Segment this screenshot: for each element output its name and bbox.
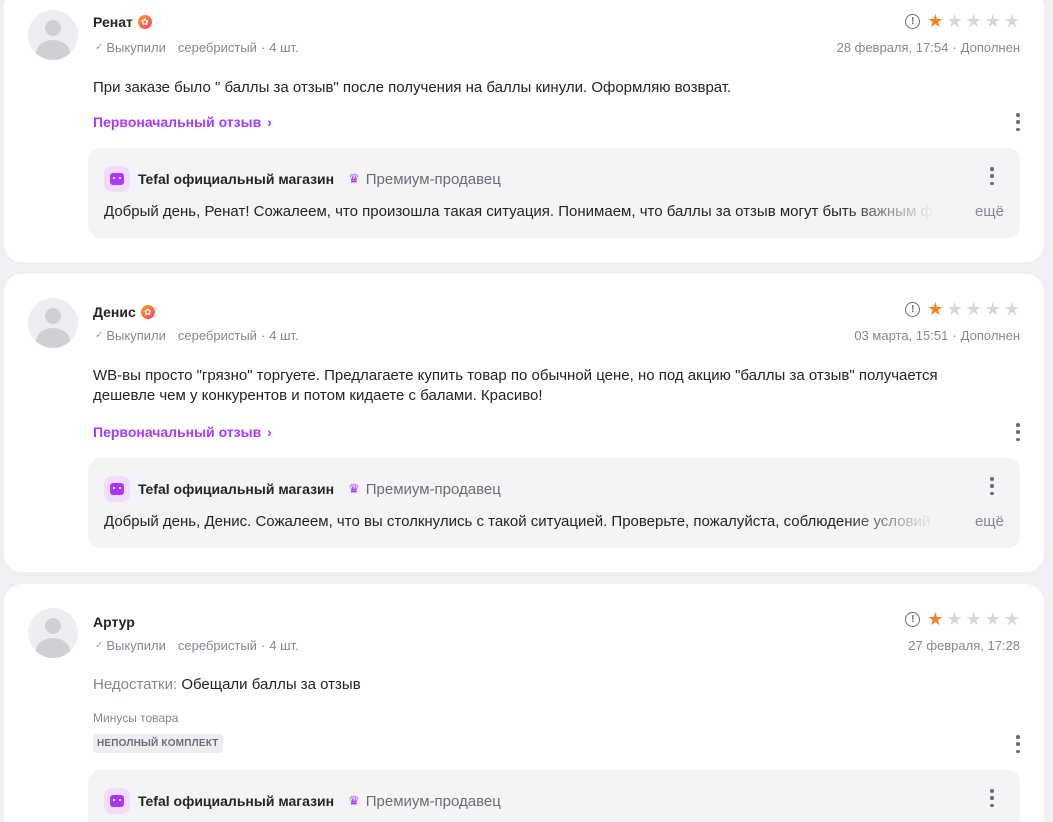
review-card: Денис ✿ ✓ Выкупили серебристый 4 шт. ! ★… — [4, 274, 1044, 572]
kebab-menu-icon[interactable] — [1010, 734, 1026, 754]
quantity: 4 шт. — [257, 40, 298, 55]
review-text: При заказе было " баллы за отзыв" после … — [93, 79, 732, 96]
review-date: 27 февраля, 17:28 — [908, 638, 1020, 653]
flower-badge-icon: ✿ — [137, 15, 152, 29]
star-icon: ★ — [1003, 11, 1020, 31]
review-card: Артур ✓ Выкупили серебристый 4 шт. ! ★★★… — [4, 584, 1044, 822]
star-icon: ★ — [984, 11, 1001, 31]
original-review-link[interactable]: Первоначальный отзыв › — [93, 114, 272, 130]
shop-name[interactable]: Tefal официальный магазин — [138, 481, 334, 497]
minus-tag: НЕПОЛНЫЙ КОМПЛЕКТ — [93, 734, 223, 753]
crown-icon: ♛ — [348, 481, 360, 496]
quantity: 4 шт. — [257, 328, 298, 343]
star-icon: ★ — [946, 11, 963, 31]
star-icon: ★ — [946, 299, 963, 319]
crown-icon: ♛ — [348, 171, 360, 186]
purchase-meta: ✓ Выкупили серебристый 4 шт. — [95, 638, 299, 653]
rating: ! ★ ★ ★ ★ ★ — [905, 609, 1020, 629]
kebab-menu-icon[interactable] — [1010, 112, 1026, 132]
reply-text: Добрый день, Денис. Сожалеем, что вы сто… — [104, 513, 944, 530]
reply-header: Tefal официальный магазин ♛ Премиум-прод… — [104, 476, 501, 502]
premium-label: Премиум-продавец — [365, 480, 501, 498]
info-icon[interactable]: ! — [905, 301, 921, 317]
purchase-meta: ✓ Выкупили серебристый 4 шт. — [95, 328, 299, 343]
more-link[interactable]: ещё — [975, 203, 1004, 220]
flower-badge-icon: ✿ — [140, 305, 155, 319]
kebab-menu-icon[interactable] — [984, 476, 1000, 496]
info-icon[interactable]: ! — [905, 611, 921, 627]
quantity: 4 шт. — [257, 638, 298, 653]
shop-icon — [104, 476, 130, 502]
avatar — [28, 608, 78, 658]
date: 28 февраля, 17:54 — [836, 40, 949, 55]
purchase-meta: ✓ Выкупили серебристый 4 шт. — [95, 40, 299, 55]
cons: Недостатки: Обещали баллы за отзыв — [93, 676, 361, 693]
review-text: WB-вы просто "грязно" торгуете. Предлага… — [93, 367, 938, 404]
review-date: 03 марта, 15:51Дополнен — [854, 328, 1020, 343]
star-icon: ★ — [1003, 299, 1020, 319]
more-link[interactable]: ещё — [975, 513, 1004, 530]
premium-label: Премиум-продавец — [365, 170, 501, 188]
shop-name[interactable]: Tefal официальный магазин — [138, 793, 334, 809]
kebab-menu-icon[interactable] — [1010, 422, 1026, 442]
star-icon: ★ — [946, 609, 963, 629]
variant: серебристый — [177, 328, 257, 343]
reviewer-name: Денис — [93, 304, 136, 320]
avatar — [28, 298, 78, 348]
premium-label: Премиум-продавец — [365, 792, 501, 810]
original-review-label: Первоначальный отзыв — [93, 424, 262, 440]
star-icon: ★ — [927, 11, 944, 31]
original-review-link[interactable]: Первоначальный отзыв › — [93, 424, 272, 440]
date: 03 марта, 15:51 — [854, 328, 949, 343]
chevron-right-icon: › — [267, 114, 272, 130]
crown-icon: ♛ — [348, 793, 360, 808]
reply-header: Tefal официальный магазин ♛ Премиум-прод… — [104, 166, 501, 192]
original-review-label: Первоначальный отзыв — [93, 114, 262, 130]
star-icon: ★ — [927, 299, 944, 319]
reviewer-name-row: Денис ✿ — [93, 304, 155, 320]
edited-label: Дополнен — [948, 328, 1020, 343]
shop-name[interactable]: Tefal официальный магазин — [138, 171, 334, 187]
seller-reply: Tefal официальный магазин ♛ Премиум-прод… — [88, 148, 1020, 238]
review-card: Ренат ✿ ✓ Выкупили серебристый 4 шт. ! ★… — [4, 0, 1044, 262]
reply-header: Tefal официальный магазин ♛ Премиум-прод… — [104, 788, 501, 814]
product-minuses-title: Минусы товара — [93, 711, 179, 725]
check-icon: ✓ — [95, 42, 104, 53]
reviewer-name: Артур — [93, 614, 135, 630]
info-icon[interactable]: ! — [905, 13, 921, 29]
kebab-menu-icon[interactable] — [984, 788, 1000, 808]
rating: ! ★ ★ ★ ★ ★ — [905, 11, 1020, 31]
check-icon: ✓ — [95, 640, 104, 651]
shop-icon — [104, 788, 130, 814]
seller-reply: Tefal официальный магазин ♛ Премиум-прод… — [88, 458, 1020, 548]
star-icon: ★ — [965, 11, 982, 31]
star-icon: ★ — [927, 609, 944, 629]
purchase-status: Выкупили — [106, 638, 166, 653]
chevron-right-icon: › — [267, 424, 272, 440]
star-icon: ★ — [984, 299, 1001, 319]
rating: ! ★ ★ ★ ★ ★ — [905, 299, 1020, 319]
kebab-menu-icon[interactable] — [984, 166, 1000, 186]
reply-text: Добрый день, Ренат! Сожалеем, что произо… — [104, 203, 944, 220]
edited-label: Дополнен — [948, 40, 1020, 55]
reviewer-name-row: Ренат ✿ — [93, 14, 152, 30]
variant: серебристый — [177, 40, 257, 55]
review-date: 28 февраля, 17:54Дополнен — [837, 40, 1020, 55]
reviewer-name: Ренат — [93, 14, 133, 30]
star-icon: ★ — [965, 609, 982, 629]
check-icon: ✓ — [95, 330, 104, 341]
star-icon: ★ — [965, 299, 982, 319]
avatar — [28, 10, 78, 60]
cons-label: Недостатки: — [93, 676, 178, 693]
shop-icon — [104, 166, 130, 192]
star-icon: ★ — [984, 609, 1001, 629]
star-icon: ★ — [1003, 609, 1020, 629]
purchase-status: Выкупили — [106, 328, 166, 343]
purchase-status: Выкупили — [106, 40, 166, 55]
date: 27 февраля, 17:28 — [908, 638, 1020, 653]
variant: серебристый — [177, 638, 257, 653]
cons-value: Обещали баллы за отзыв — [181, 676, 361, 693]
seller-reply: Tefal официальный магазин ♛ Премиум-прод… — [88, 770, 1020, 822]
reviewer-name-row: Артур — [93, 614, 135, 630]
